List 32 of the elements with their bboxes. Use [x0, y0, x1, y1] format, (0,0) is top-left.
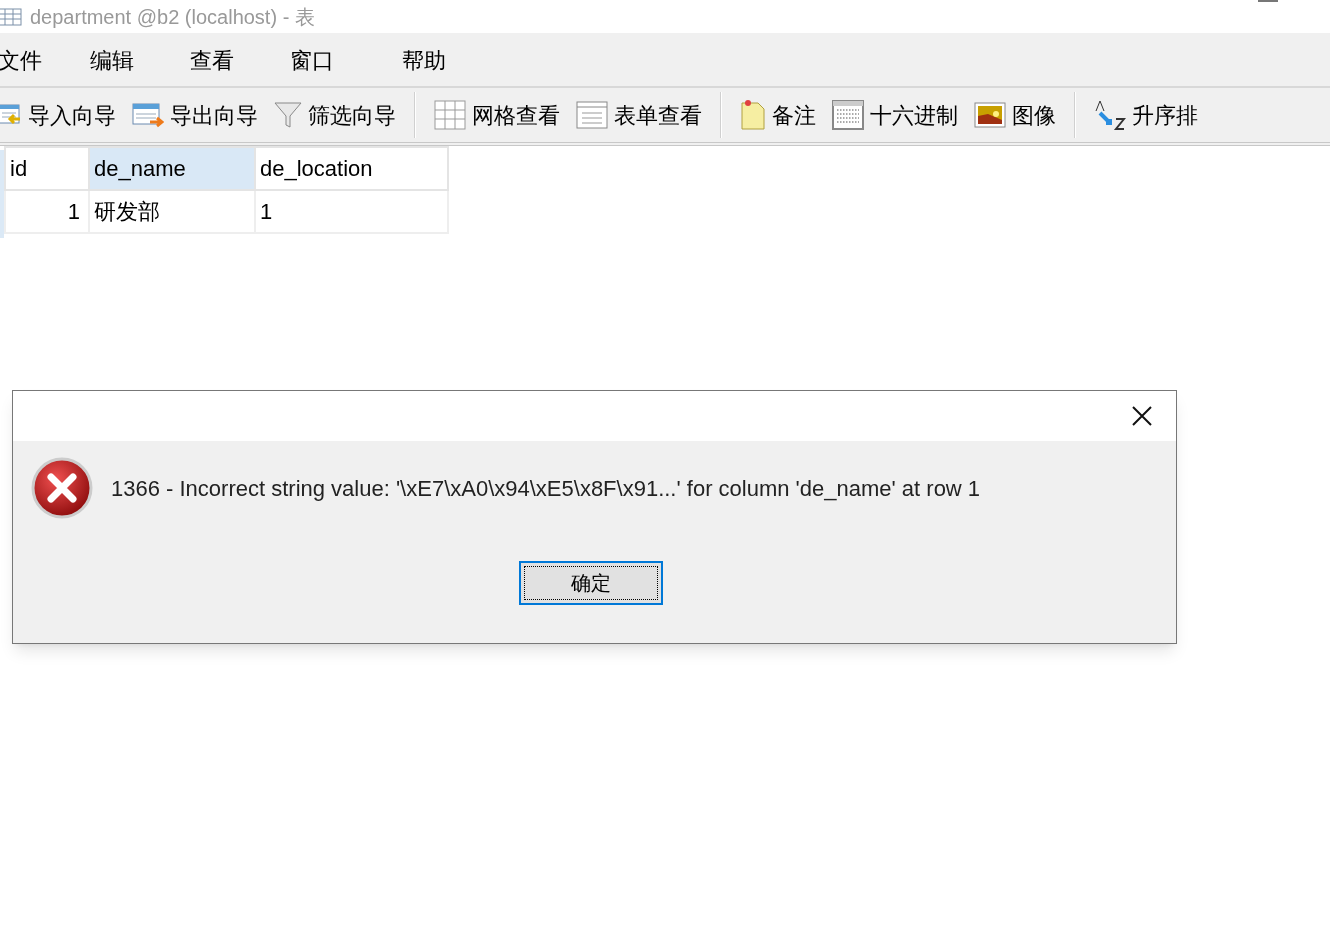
table-cell: 1 [255, 190, 448, 233]
menu-item[interactable]: 窗口 [290, 44, 334, 77]
toolbar-button[interactable]: 网格查看 [472, 98, 560, 132]
toolbar-button[interactable]: 备注 [772, 98, 816, 132]
sort-icon[interactable] [1094, 99, 1126, 131]
toolbar-button[interactable]: 导出向导 [170, 98, 258, 132]
menu-item[interactable]: 编辑 [90, 44, 134, 77]
image-icon[interactable] [974, 102, 1006, 128]
toolbar-button[interactable]: 图像 [1012, 98, 1056, 132]
toolbar-button[interactable]: 筛选向导 [308, 98, 396, 132]
import-icon[interactable] [0, 103, 22, 127]
ok-button[interactable]: 确定 [518, 561, 663, 605]
table-cell: 研发部 [89, 190, 255, 233]
dotted-grid-icon[interactable] [832, 100, 864, 130]
grid-icon[interactable] [434, 100, 466, 130]
menu-item[interactable]: 帮助 [402, 44, 446, 77]
menu-item[interactable]: 查看 [190, 44, 234, 77]
note-icon[interactable] [740, 99, 766, 131]
window-title: department @b2 (localhost) - 表 [30, 6, 315, 27]
column-header[interactable]: id [5, 147, 89, 190]
column-header[interactable]: de_name [89, 147, 255, 190]
export-icon[interactable] [132, 102, 164, 128]
error-message: 1366 - Incorrect string value: '\xE7\xA0\x94\xE5\x8F\x91...' for column 'de_name' at row 1 [111, 474, 981, 503]
toolbar-button[interactable]: 升序排 [1132, 98, 1198, 132]
column-header[interactable]: de_location [255, 147, 448, 190]
form-icon[interactable] [576, 101, 608, 129]
toolbar-button[interactable]: 表单查看 [614, 98, 702, 132]
error-icon [31, 457, 93, 519]
close-button[interactable] [1130, 404, 1154, 428]
toolbar-button[interactable]: 十六进制 [870, 98, 958, 132]
funnel-icon[interactable] [274, 101, 302, 129]
toolbar-button[interactable]: 导入向导 [28, 98, 116, 132]
